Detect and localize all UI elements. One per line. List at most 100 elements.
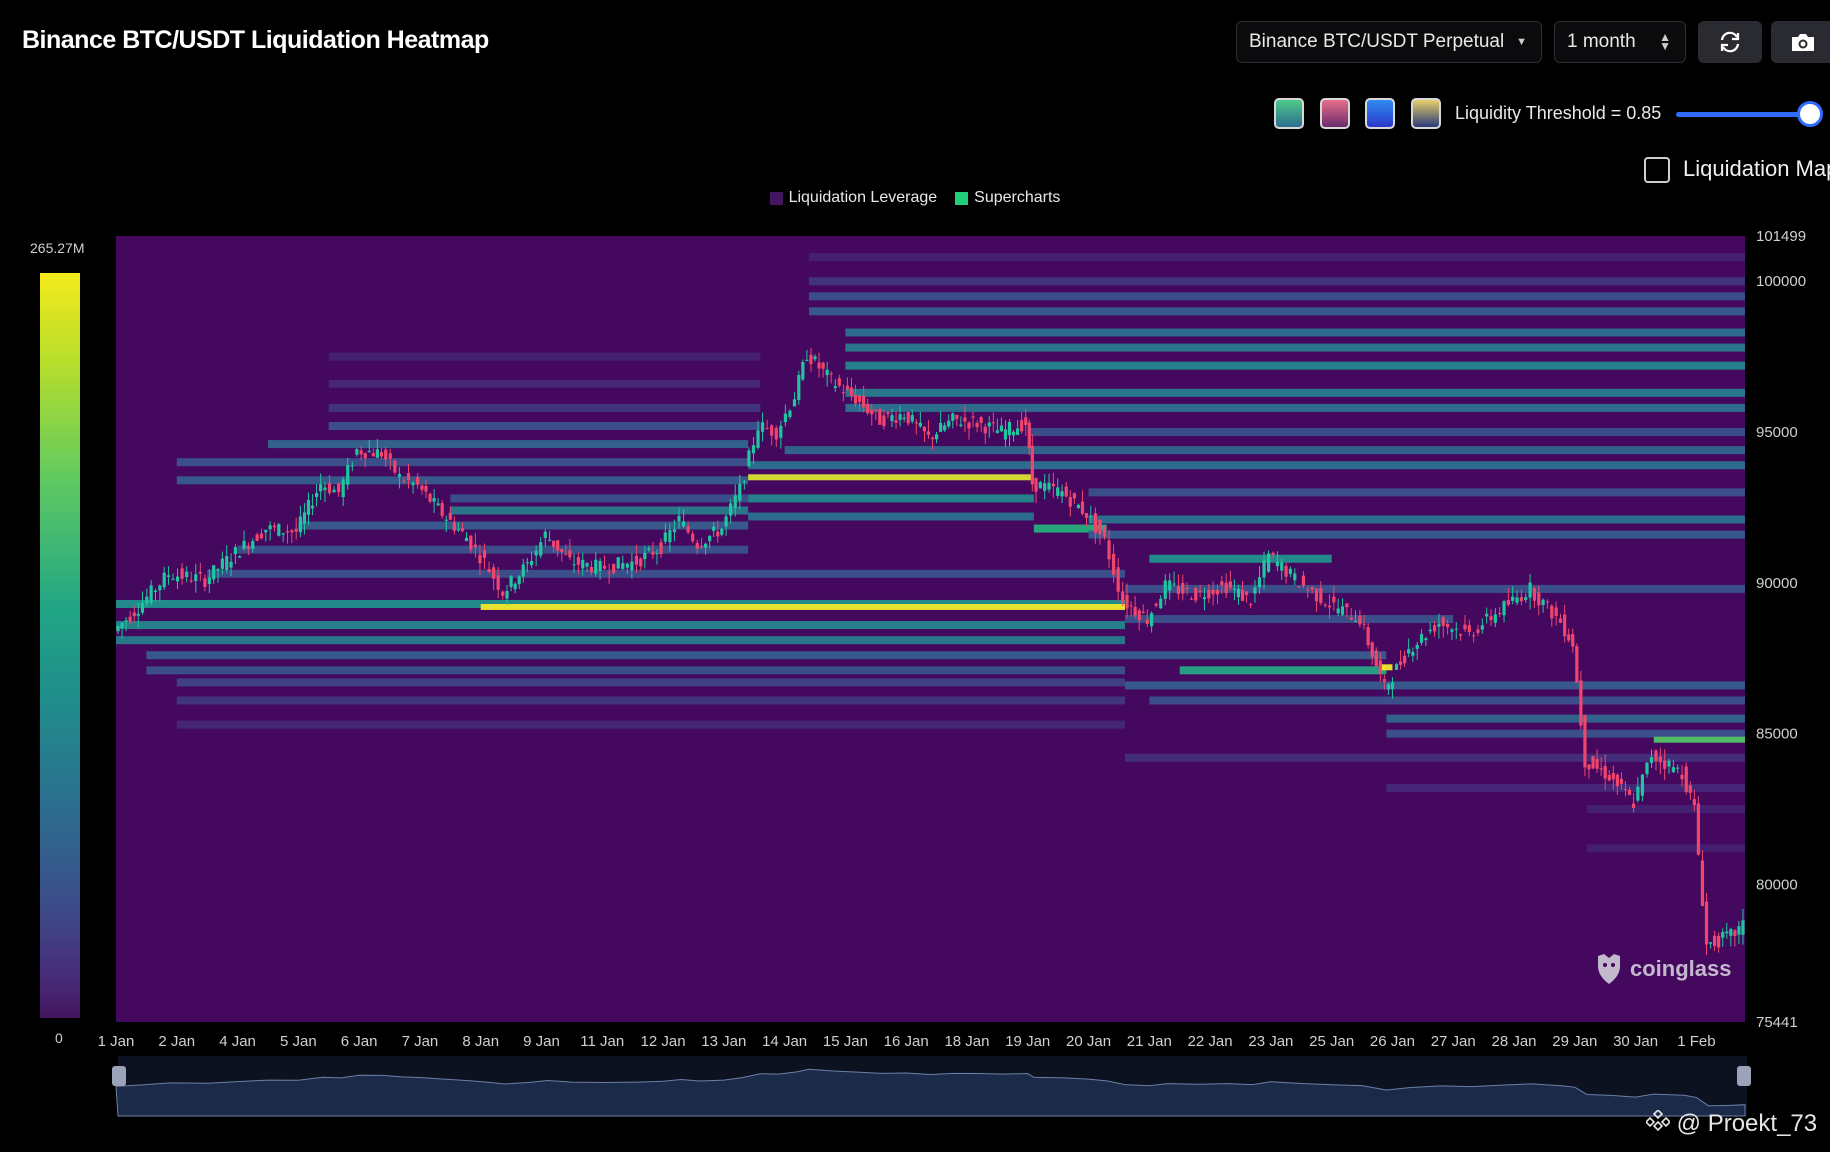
candle-body: [1558, 618, 1563, 623]
x-tick-label: 4 Jan: [219, 1033, 256, 1050]
candle-body: [1489, 616, 1493, 620]
candle-body: [543, 531, 547, 538]
candle-body: [821, 362, 825, 369]
candle-body: [539, 542, 543, 556]
candle-body: [432, 498, 436, 502]
candle-body: [853, 394, 858, 404]
candle-body: [1645, 762, 1649, 775]
liquidation-band: [480, 603, 1126, 610]
candle-body: [452, 522, 456, 531]
candle-body: [765, 427, 769, 429]
candle-body: [655, 552, 659, 554]
candle-body: [760, 422, 765, 432]
candle-body: [444, 519, 448, 521]
candle-body: [825, 369, 829, 376]
candle-body: [1102, 527, 1107, 537]
candle-body: [1737, 926, 1741, 935]
liquidation-band: [176, 696, 1126, 705]
candle-body: [1370, 642, 1374, 657]
candle-body: [124, 620, 128, 622]
candle-body: [1112, 553, 1116, 575]
candle-body: [672, 529, 677, 533]
candle-body: [890, 415, 894, 422]
candle-body: [805, 359, 809, 361]
candle-body: [1550, 605, 1554, 619]
candle-body: [469, 535, 473, 550]
candle-body: [492, 567, 496, 579]
candle-body: [341, 479, 345, 498]
candle-body: [1563, 614, 1567, 637]
candle-body: [1700, 860, 1705, 906]
candle-body: [517, 576, 521, 585]
candle-body: [166, 575, 171, 577]
candle-body: [1403, 655, 1407, 664]
candle-body: [153, 590, 158, 593]
candle-body: [1595, 758, 1599, 769]
x-tick-label: 29 Jan: [1552, 1033, 1597, 1050]
candle-body: [829, 373, 833, 375]
candle-body: [647, 548, 651, 550]
liquidation-band: [328, 352, 761, 361]
x-tick-label: 2 Jan: [158, 1033, 195, 1050]
candle-body: [1353, 621, 1358, 623]
liquidation-band: [450, 506, 749, 515]
candle-body: [1398, 661, 1403, 665]
candle-body: [1382, 678, 1386, 682]
candle-body: [264, 529, 268, 533]
candle-body: [733, 495, 737, 508]
candle-body: [1717, 935, 1721, 948]
navigator-handle[interactable]: [1737, 1066, 1751, 1086]
candle-body: [564, 553, 568, 555]
candle-body: [1098, 519, 1102, 535]
candle-body: [180, 568, 184, 579]
candle-body: [1583, 715, 1587, 768]
candle-body: [886, 412, 890, 415]
candle-body: [1043, 483, 1047, 491]
candle-body: [556, 540, 560, 551]
candle-body: [501, 591, 505, 596]
candle-body: [934, 434, 939, 440]
candle-body: [1007, 422, 1012, 436]
candle-body: [602, 565, 607, 569]
candle-body: [1441, 617, 1445, 626]
candle-body: [428, 493, 432, 502]
x-tick-label: 20 Jan: [1066, 1033, 1111, 1050]
candle-body: [922, 426, 927, 432]
candle-body: [999, 425, 1004, 432]
candle-body: [1428, 629, 1432, 632]
candle-body: [298, 516, 302, 533]
candle-body: [242, 540, 246, 549]
candle-body: [346, 465, 350, 485]
candle-body: [947, 420, 951, 427]
navigator-handle[interactable]: [112, 1066, 126, 1086]
candle-body: [116, 626, 120, 632]
candle-body: [1314, 588, 1319, 602]
candle-body: [1068, 497, 1072, 507]
candle-body: [212, 565, 216, 580]
x-tick-label: 19 Jan: [1005, 1033, 1050, 1050]
candle-body: [677, 515, 681, 522]
candle-body: [1107, 540, 1111, 560]
candle-body: [967, 422, 971, 429]
candle-body: [246, 545, 251, 550]
liquidation-heatmap-chart[interactable]: 101499 100000 95000 90000 85000 80000 75441 1 J…: [0, 0, 1830, 1152]
candle-body: [841, 392, 845, 394]
liquidation-band: [176, 458, 749, 467]
candle-body: [1038, 482, 1042, 489]
candle-body: [910, 415, 914, 422]
candle-body: [1631, 803, 1636, 808]
liquidation-band: [748, 461, 1745, 470]
x-tick-label: 1 Jan: [98, 1033, 135, 1050]
candle-body: [1340, 606, 1345, 615]
candle-body: [189, 580, 193, 582]
candle-body: [1445, 623, 1450, 628]
candle-body: [359, 450, 363, 455]
candle-body: [1374, 650, 1378, 667]
candle-body: [1089, 515, 1093, 517]
candle-body: [1030, 445, 1034, 485]
candle-body: [1362, 623, 1366, 625]
candle-body: [1154, 603, 1158, 606]
candle-body: [140, 603, 145, 613]
liquidation-band: [748, 512, 1034, 521]
candle-body: [1027, 422, 1031, 448]
